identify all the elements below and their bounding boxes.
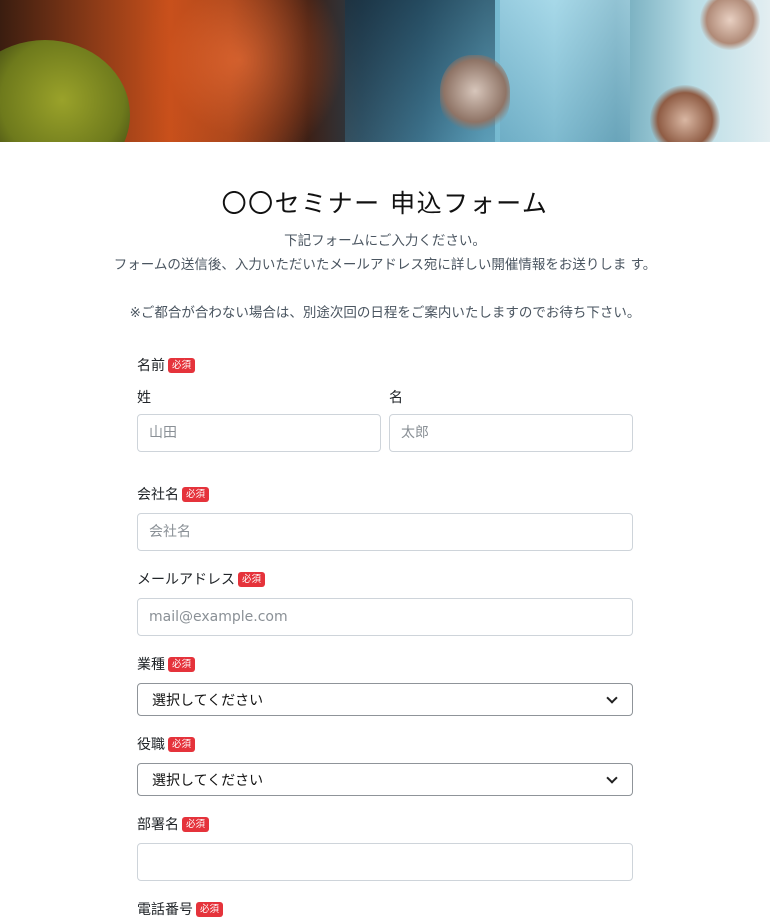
first-name-label: 名 — [389, 390, 403, 406]
required-badge: 必須 — [238, 571, 266, 587]
chevron-down-icon — [606, 771, 618, 784]
position-select[interactable]: 選択してください — [137, 763, 633, 796]
department-label: 部署名 必須 — [137, 814, 210, 834]
form-description-line-3: ※ご都合が合わない場合は、別途次回の日程をご案内いたしますのでお待ち下さい。 — [129, 305, 641, 321]
department-label-text: 部署名 — [137, 817, 179, 833]
department-input[interactable] — [137, 843, 633, 881]
form-description-line-2: フォームの送信後、入力いただいたメールアドレス宛に詳しい開催情報をお送りしま す… — [113, 257, 657, 273]
name-label: 名前 必須 — [137, 355, 196, 375]
phone-label: 電話番号 必須 — [137, 899, 224, 919]
company-input[interactable] — [137, 513, 633, 551]
page-title: 〇〇セミナー 申込フォーム — [221, 189, 549, 218]
required-badge: 必須 — [182, 486, 210, 502]
chevron-down-icon — [606, 691, 618, 704]
name-label-text: 名前 — [137, 358, 165, 374]
phone-label-text: 電話番号 — [137, 902, 193, 918]
hero-banner-image — [0, 0, 770, 142]
email-label-text: メールアドレス — [137, 572, 235, 588]
required-badge: 必須 — [168, 357, 196, 373]
required-badge: 必須 — [196, 901, 224, 917]
position-label-text: 役職 — [137, 737, 165, 753]
required-badge: 必須 — [168, 736, 196, 752]
required-badge: 必須 — [168, 656, 196, 672]
first-name-input[interactable] — [389, 414, 633, 452]
last-name-label: 姓 — [137, 390, 151, 406]
company-label: 会社名 必須 — [137, 484, 210, 504]
email-input[interactable] — [137, 598, 633, 636]
form-description-line-1: 下記フォームにご入力ください。 — [284, 233, 486, 249]
position-label: 役職 必須 — [137, 734, 196, 754]
industry-label: 業種 必須 — [137, 654, 196, 674]
email-label: メールアドレス 必須 — [137, 569, 266, 589]
required-badge: 必須 — [182, 816, 210, 832]
industry-select[interactable]: 選択してください — [137, 683, 633, 716]
industry-select-value: 選択してください — [152, 692, 264, 709]
company-label-text: 会社名 — [137, 487, 179, 503]
position-select-value: 選択してください — [152, 772, 264, 789]
last-name-input[interactable] — [137, 414, 381, 452]
industry-label-text: 業種 — [137, 657, 165, 673]
